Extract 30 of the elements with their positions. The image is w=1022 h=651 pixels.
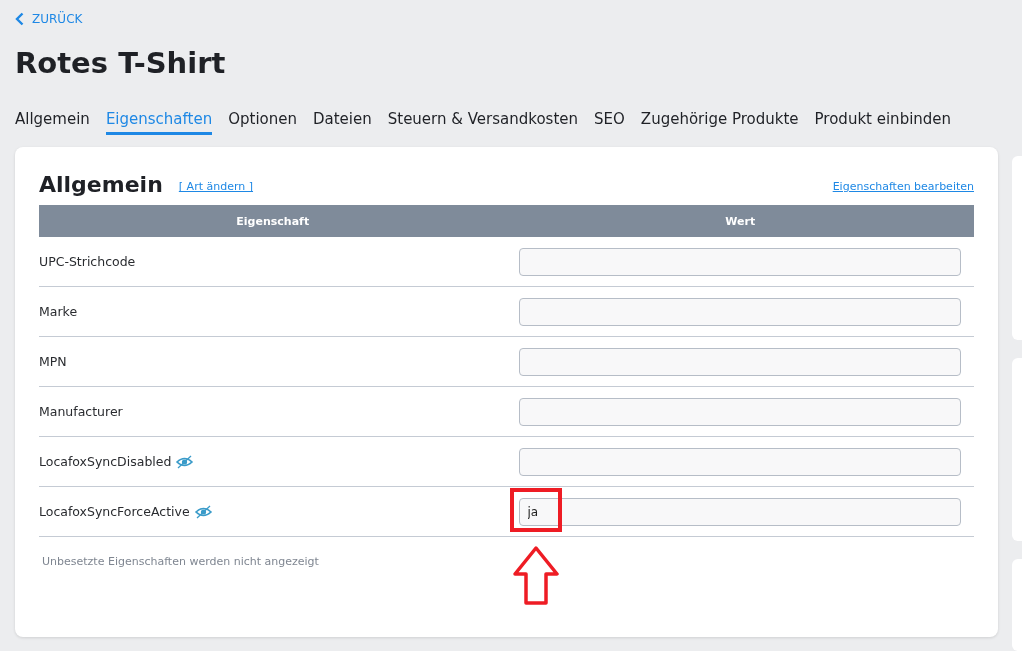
tab[interactable]: Steuern & Versandkosten bbox=[387, 110, 579, 135]
property-name: LocafoxSyncForceActive bbox=[39, 504, 507, 519]
up-arrow-icon bbox=[512, 545, 559, 606]
change-type-link[interactable]: [ Art ändern ] bbox=[178, 180, 254, 193]
chevron-left-icon bbox=[15, 12, 24, 26]
tab[interactable]: Dateien bbox=[312, 110, 372, 135]
edit-properties-link[interactable]: Eigenschaften bearbeiten bbox=[832, 180, 974, 193]
tab[interactable]: Optionen bbox=[228, 110, 297, 135]
tab[interactable]: Produkt einbinden bbox=[814, 110, 952, 135]
tab[interactable]: Allgemein bbox=[15, 110, 90, 135]
value-field[interactable]: ja bbox=[518, 497, 961, 526]
value-field[interactable] bbox=[518, 447, 961, 476]
tab[interactable]: SEO bbox=[594, 110, 625, 135]
value-field[interactable] bbox=[518, 397, 961, 426]
page-title: Rotes T-Shirt bbox=[15, 46, 226, 82]
hint-text: Unbesetzte Eigenschaften werden nicht angezeigt bbox=[42, 555, 319, 568]
property-name: Marke bbox=[39, 304, 79, 319]
property-name: UPC-Strichcode bbox=[39, 254, 137, 269]
property-name: Manufacturer bbox=[39, 404, 124, 419]
property-name: LocafoxSyncDisabled bbox=[39, 454, 507, 469]
tab[interactable]: Zugehörige Produkte bbox=[640, 110, 799, 135]
section-title: Allgemein bbox=[39, 172, 163, 197]
hidden-eye-icon bbox=[176, 454, 194, 469]
value-field[interactable] bbox=[518, 347, 961, 376]
hidden-eye-icon bbox=[194, 504, 212, 519]
value-field[interactable] bbox=[518, 297, 961, 326]
column-header: Wert bbox=[724, 214, 757, 228]
property-name: MPN bbox=[39, 354, 68, 369]
column-header: Eigenschaft bbox=[235, 214, 311, 228]
value-field[interactable] bbox=[518, 247, 961, 276]
